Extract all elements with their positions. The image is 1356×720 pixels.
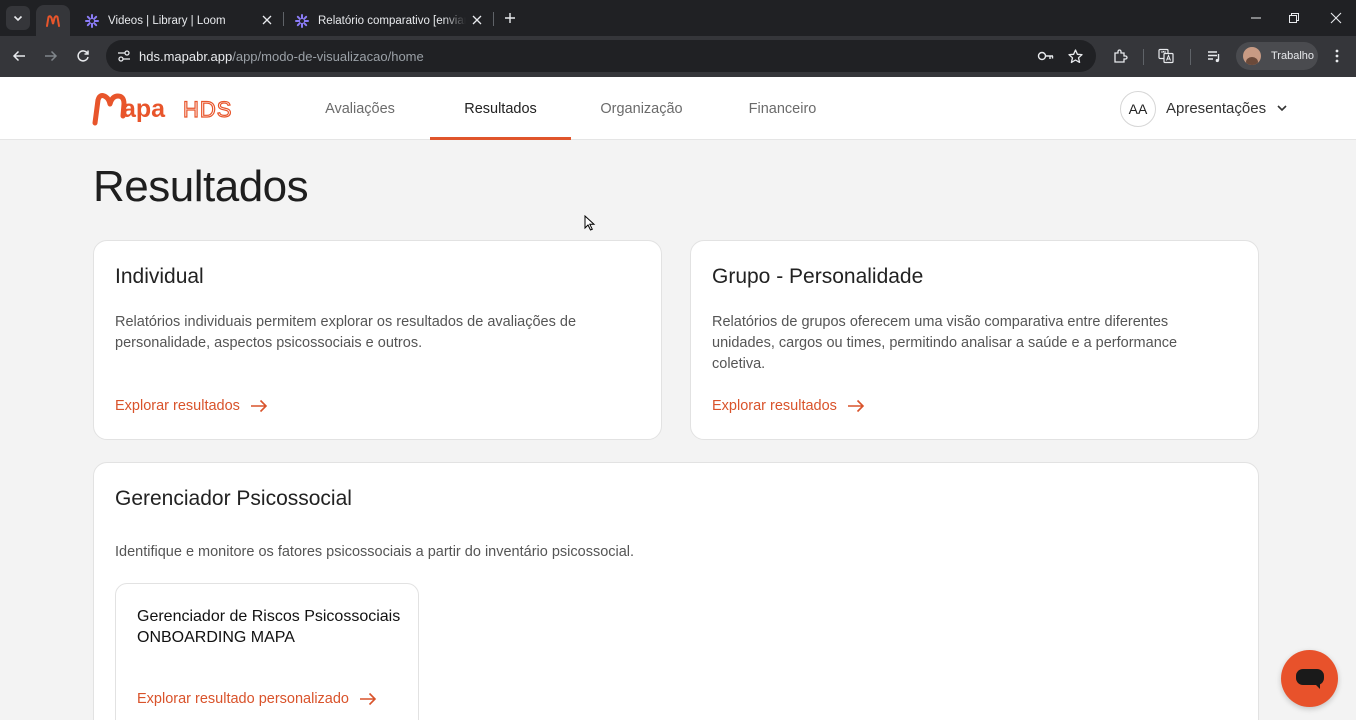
card-description: Identifique e monitore os fatores psicos… bbox=[115, 544, 635, 560]
chevron-down-icon bbox=[13, 15, 23, 22]
toolbar-separator bbox=[1143, 49, 1144, 65]
tab-title: Relatório comparativo [enviar p bbox=[318, 14, 466, 27]
tab-search-button[interactable] bbox=[6, 6, 30, 30]
chat-support-button[interactable] bbox=[1281, 650, 1338, 707]
password-key-icon[interactable] bbox=[1036, 46, 1056, 66]
arrow-right-icon bbox=[359, 691, 379, 707]
browser-menu-icon[interactable] bbox=[1327, 46, 1347, 66]
card-gerenciador-psicossocial: Gerenciador Psicossocial Identifique e m… bbox=[93, 462, 1259, 720]
card-title: Gerenciador Psicossocial bbox=[115, 487, 352, 510]
explore-results-link[interactable]: Explorar resultados bbox=[115, 398, 270, 414]
card-title: Grupo - Personalidade bbox=[712, 265, 924, 288]
tab-separator bbox=[493, 12, 494, 26]
site-settings-icon[interactable] bbox=[114, 46, 134, 66]
bookmark-star-icon[interactable] bbox=[1065, 46, 1085, 66]
explore-custom-result-link[interactable]: Explorar resultado personalizado bbox=[137, 691, 379, 707]
nav-resultados[interactable]: Resultados bbox=[430, 77, 571, 140]
chat-icon bbox=[1295, 668, 1324, 689]
address-bar[interactable]: hds.mapabr.app/app/modo-de-visualizacao/… bbox=[106, 40, 1096, 72]
arrow-right-icon bbox=[250, 398, 270, 414]
minimize-icon bbox=[1251, 17, 1261, 19]
loom-icon bbox=[84, 13, 100, 29]
tab-title: Videos | Library | Loom bbox=[108, 14, 226, 27]
extensions-icon[interactable] bbox=[1110, 46, 1130, 66]
arrow-right-icon bbox=[45, 50, 58, 62]
arrow-left-icon bbox=[12, 50, 25, 62]
user-avatar[interactable]: AA bbox=[1120, 91, 1156, 127]
media-controls-icon[interactable] bbox=[1204, 46, 1224, 66]
close-icon[interactable] bbox=[470, 13, 484, 27]
active-nav-indicator bbox=[430, 137, 571, 140]
url-path: /app/modo-de-visualizacao/home bbox=[232, 49, 424, 64]
minimize-button[interactable] bbox=[1246, 8, 1266, 28]
link-label: Explorar resultado personalizado bbox=[137, 691, 349, 707]
card-grupo-personalidade: Grupo - Personalidade Relatórios de grup… bbox=[690, 240, 1259, 440]
arrow-right-icon bbox=[847, 398, 867, 414]
card-description: Relatórios individuais permitem explorar… bbox=[115, 314, 577, 351]
url-text: hds.mapabr.app/app/modo-de-visualizacao/… bbox=[139, 49, 424, 64]
reload-icon bbox=[77, 50, 89, 62]
page-title: Resultados bbox=[93, 162, 309, 211]
risk-manager-title: Gerenciador de Riscos Psicossociais ONBO… bbox=[137, 608, 401, 646]
tab-relatorio[interactable]: Relatório comparativo [enviar p bbox=[284, 5, 492, 36]
link-label: Explorar resultados bbox=[115, 398, 240, 414]
plus-icon bbox=[505, 13, 515, 23]
mouse-cursor bbox=[584, 215, 596, 231]
translate-icon[interactable] bbox=[1156, 46, 1176, 66]
reload-button[interactable] bbox=[73, 46, 93, 66]
card-title: Individual bbox=[115, 265, 204, 288]
link-label: Explorar resultados bbox=[712, 398, 837, 414]
card-individual: Individual Relatórios individuais permit… bbox=[93, 240, 662, 440]
loom-icon bbox=[294, 13, 310, 29]
card-description: Relatórios de grupos oferecem uma visão … bbox=[712, 314, 1178, 372]
mapa-hds-logo[interactable]: apa HDS bbox=[92, 90, 242, 126]
profile-button[interactable]: Trabalho bbox=[1236, 42, 1318, 70]
nav-financeiro[interactable]: Financeiro bbox=[712, 77, 853, 140]
svg-text:apa: apa bbox=[122, 95, 166, 123]
workspace-selector[interactable]: Apresentações bbox=[1166, 77, 1266, 140]
new-tab-button[interactable] bbox=[500, 8, 520, 28]
back-button[interactable] bbox=[9, 46, 29, 66]
toolbar-separator bbox=[1190, 49, 1191, 65]
restore-icon bbox=[1289, 13, 1299, 23]
risk-manager-item[interactable]: Gerenciador de Riscos Psicossociais ONBO… bbox=[115, 583, 419, 720]
close-icon[interactable] bbox=[260, 13, 274, 27]
app-header: apa HDS Avaliações Resultados Organizaçã… bbox=[0, 77, 1356, 140]
restore-button[interactable] bbox=[1284, 8, 1304, 28]
tab-mapa[interactable] bbox=[36, 5, 70, 36]
close-window-button[interactable] bbox=[1326, 8, 1346, 28]
browser-toolbar: hds.mapabr.app/app/modo-de-visualizacao/… bbox=[0, 36, 1356, 77]
tab-loom-library[interactable]: Videos | Library | Loom bbox=[74, 5, 282, 36]
chevron-down-icon[interactable] bbox=[1274, 100, 1290, 116]
browser-tab-bar: Videos | Library | Loom Relatório compar… bbox=[0, 0, 1356, 36]
profile-avatar bbox=[1243, 47, 1261, 65]
profile-label: Trabalho bbox=[1271, 50, 1315, 62]
mapa-logo-icon bbox=[46, 14, 60, 27]
close-icon bbox=[1330, 12, 1342, 24]
nav-avaliacoes[interactable]: Avaliações bbox=[290, 77, 430, 140]
url-host: hds.mapabr.app bbox=[139, 49, 233, 64]
explore-results-link[interactable]: Explorar resultados bbox=[712, 398, 867, 414]
nav-organizacao[interactable]: Organização bbox=[571, 77, 712, 140]
svg-text:HDS: HDS bbox=[183, 97, 232, 122]
forward-button[interactable] bbox=[41, 46, 61, 66]
